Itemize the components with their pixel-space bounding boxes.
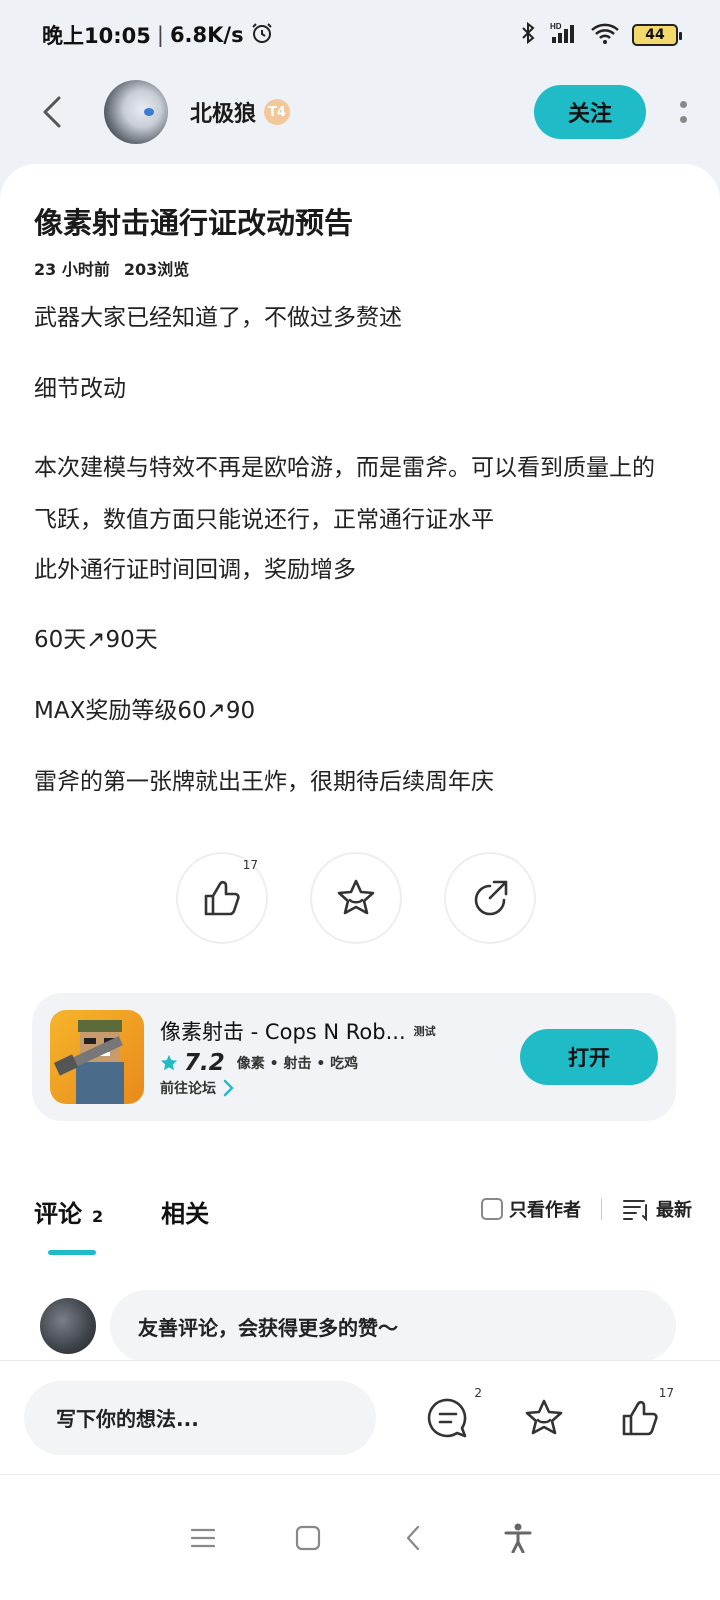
star-icon [337, 879, 375, 915]
post-paragraph: 本次建模与特效不再是欧哈游，而是雷斧。可以看到质量上的飞跃，数值方面只能说还行，… [34, 455, 655, 533]
comments-section: 评论 2 相关 只看作者 最新 友善评论，会获得更多的赞～ [0, 1160, 720, 1362]
more-button[interactable] [676, 101, 690, 123]
tab-related[interactable]: 相关 [161, 1194, 209, 1229]
game-info: 像素射击 - Cops N Rob... 测试 7.2 像素 • 射击 • 吃鸡… [160, 1016, 520, 1098]
like-bar-count: 17 [658, 1385, 674, 1400]
post-paragraph: 此外通行证时间回调，奖励增多 [34, 557, 356, 583]
author-only-label: 只看作者 [509, 1200, 581, 1221]
filter-divider [601, 1198, 602, 1220]
status-bar: 晚上10:05 | 6.8K/s HD 44 [0, 0, 720, 70]
chevron-right-icon [223, 1079, 234, 1097]
like-bar-button[interactable]: 17 [616, 1386, 674, 1442]
game-rating: 7.2 [184, 1050, 225, 1076]
comment-prompt[interactable]: 友善评论，会获得更多的赞～ [110, 1290, 676, 1362]
game-name-row: 像素射击 - Cops N Rob... 测试 [160, 1016, 520, 1046]
comment-tabs: 评论 2 相关 [34, 1194, 209, 1229]
sort-icon [623, 1200, 647, 1221]
like-count: 17 [242, 858, 258, 872]
network-label: HD [550, 22, 562, 31]
share-icon [474, 880, 508, 916]
nav-back-icon [406, 1525, 419, 1550]
menu-button[interactable] [183, 1518, 223, 1558]
post-paragraph: 细节改动 [34, 376, 126, 402]
author-level-badge: T4 [264, 99, 291, 125]
game-test-tag: 测试 [413, 1025, 436, 1038]
tab-comments[interactable]: 评论 2 [34, 1194, 103, 1229]
comment-filters: 只看作者 最新 [481, 1196, 692, 1222]
status-separator: | [156, 23, 164, 47]
game-name[interactable]: 像素射击 - Cops N Rob... [160, 1016, 406, 1046]
share-button[interactable] [444, 852, 536, 944]
like-icon [204, 880, 240, 916]
post-views: 203浏览 [123, 260, 190, 279]
battery-indicator: 44 [632, 24, 682, 46]
favorite-button[interactable] [310, 852, 402, 944]
post-time: 23 小时前 [34, 260, 110, 279]
status-left: 晚上10:05 | 6.8K/s [42, 20, 274, 50]
post-paragraph: 60天↗90天 [34, 627, 158, 653]
home-icon [295, 1525, 320, 1550]
post-actions: 17 [176, 852, 536, 944]
back-button[interactable] [30, 90, 74, 134]
star-icon [525, 1399, 563, 1434]
nav-back-button[interactable] [393, 1518, 433, 1558]
signal-icon: HD [548, 21, 578, 50]
back-icon [43, 96, 61, 128]
comment-button[interactable]: 2 [424, 1386, 482, 1442]
status-time: 晚上10:05 [42, 24, 151, 48]
open-game-button[interactable]: 打开 [520, 1029, 658, 1085]
accessibility-button[interactable] [498, 1518, 538, 1558]
post-paragraph: 武器大家已经知道了，不做过多赘述 [34, 305, 402, 331]
comment-icon [427, 1398, 467, 1437]
game-icon[interactable] [50, 1010, 144, 1104]
post-title: 像素射击通行证改动预告 [34, 206, 354, 240]
post-card: 像素射击通行证改动预告 23 小时前 203浏览 武器大家已经知道了，不做过多赘… [0, 164, 720, 1164]
tab-related-label: 相关 [161, 1200, 210, 1228]
author-only-toggle[interactable]: 只看作者 [481, 1196, 581, 1222]
tab-comments-label: 评论 [34, 1200, 82, 1228]
game-card[interactable]: 像素射击 - Cops N Rob... 测试 7.2 像素 • 射击 • 吃鸡… [32, 993, 676, 1121]
home-button[interactable] [288, 1518, 328, 1558]
author-avatar[interactable] [104, 80, 168, 144]
author-name[interactable]: 北极狼 [190, 96, 256, 128]
bottom-action-bar: 写下你的想法... 2 17 [0, 1360, 720, 1474]
post-paragraph: 雷斧的第一张牌就出王炸，很期待后续周年庆 [34, 769, 494, 795]
accessibility-icon [504, 1523, 531, 1553]
comment-count: 2 [474, 1385, 482, 1400]
current-user-avatar [40, 1298, 96, 1354]
rating-star-icon [160, 1054, 178, 1071]
menu-icon [190, 1528, 215, 1547]
favorite-bar-button[interactable] [520, 1394, 568, 1442]
write-comment-input[interactable]: 写下你的想法... [24, 1380, 376, 1455]
forum-link-label: 前往论坛 [160, 1081, 216, 1097]
post-meta: 23 小时前 203浏览 [34, 256, 189, 280]
comment-input-row: 友善评论，会获得更多的赞～ [40, 1290, 676, 1362]
status-right: HD 44 [520, 21, 682, 50]
sort-button[interactable]: 最新 [622, 1196, 692, 1222]
forum-link[interactable]: 前往论坛 [160, 1078, 520, 1098]
more-icon [679, 101, 687, 108]
tab-comments-count: 2 [92, 1207, 104, 1226]
post-header: 北极狼 T4 关注 [0, 72, 720, 152]
bluetooth-icon [520, 21, 536, 50]
game-tags: 像素 • 射击 • 吃鸡 [236, 1056, 359, 1072]
like-button[interactable]: 17 [176, 852, 268, 944]
alarm-icon [250, 21, 274, 50]
follow-button[interactable]: 关注 [534, 85, 646, 139]
wifi-icon [590, 21, 620, 50]
active-tab-indicator [48, 1250, 96, 1255]
game-rating-row: 7.2 像素 • 射击 • 吃鸡 [160, 1050, 520, 1076]
like-icon [622, 1400, 658, 1435]
post-paragraph: MAX奖励等级60↗90 [34, 698, 256, 724]
system-navigation-bar [0, 1474, 720, 1600]
sort-label: 最新 [656, 1200, 692, 1221]
status-speed: 6.8K/s [169, 23, 244, 47]
checkbox-icon[interactable] [481, 1198, 503, 1220]
